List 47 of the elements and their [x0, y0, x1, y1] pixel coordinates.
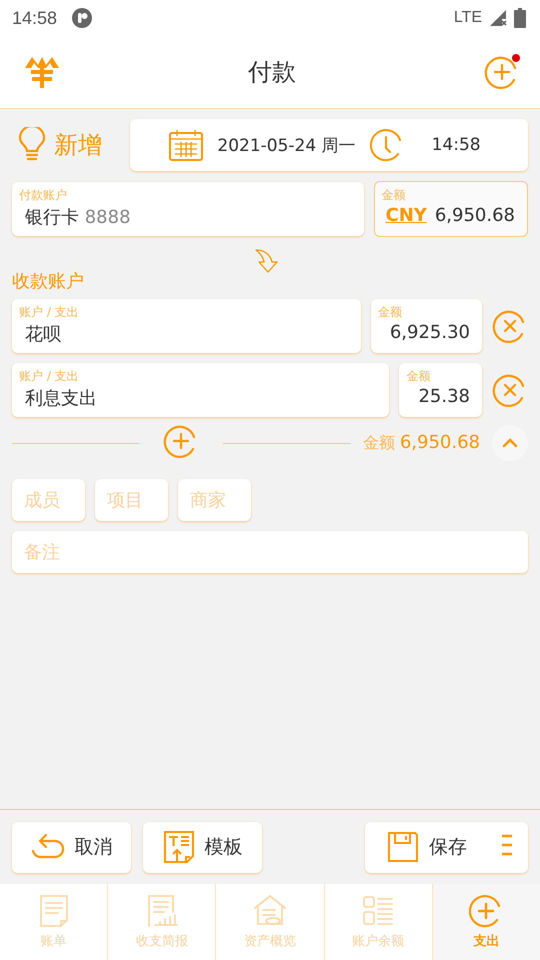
field-value: CNY 6,950.68 — [384, 205, 515, 226]
field-label: 账户 / 支出 — [19, 368, 80, 385]
total-amount: 金额 6,950.68 — [362, 432, 480, 454]
field-value: 利息支出 — [24, 387, 98, 410]
note-field[interactable]: 备注 — [12, 531, 528, 573]
date-time-panel[interactable]: 2021-05-24 周一 14:58 — [130, 119, 528, 171]
field-value: 花呗 — [24, 323, 62, 346]
chevron-icon — [502, 438, 518, 448]
clock-icon[interactable] — [370, 128, 404, 162]
save-button[interactable]: 保存 — [365, 822, 528, 872]
amount-field[interactable]: 金额 6,925.30 — [370, 299, 482, 353]
tag-field[interactable]: 项目 — [95, 479, 168, 521]
field-value: 银行卡 8888 — [24, 206, 132, 229]
field-label: 金额 — [382, 187, 407, 204]
network-type: LTE — [454, 9, 482, 27]
app-notification-icon — [71, 7, 94, 29]
date-text: 2021-05-24 周一 — [217, 134, 356, 156]
battery-icon — [514, 8, 526, 28]
lightbulb-icon — [18, 127, 46, 163]
screen-title: 付款 — [248, 57, 296, 88]
payer-account-field[interactable]: 付款账户 银行卡 8888 — [12, 182, 364, 236]
field-value: 25.38 — [417, 386, 470, 407]
tag-field[interactable]: 成员 — [12, 479, 85, 521]
field-label: 金额 — [406, 368, 432, 385]
account-field[interactable]: 账户 / 支出 花呗 — [12, 299, 361, 353]
amount-field[interactable]: 金额 CNY 6,950.68 — [374, 181, 528, 237]
field-label: 账户 / 支出 — [19, 304, 80, 321]
section-heading: 收款账户 — [12, 270, 85, 293]
house-coins-icon — [253, 894, 287, 928]
amount-field[interactable]: 金额 25.38 — [399, 363, 482, 417]
clock-time: 14:58 — [12, 8, 58, 28]
field-label: 金额 — [378, 304, 403, 321]
calendar-icon[interactable] — [169, 129, 204, 161]
list-icon — [361, 894, 396, 928]
cancel-button[interactable]: 取消 — [12, 822, 131, 872]
tag-field[interactable]: 商家 — [178, 479, 251, 521]
collapse-button[interactable] — [492, 425, 528, 461]
more-icon[interactable] — [500, 834, 514, 856]
account-field[interactable]: 账户 / 支出 利息支出 — [12, 363, 390, 417]
signal-icon — [488, 8, 508, 28]
template-icon — [162, 830, 194, 864]
time-text: 14:58 — [432, 135, 481, 155]
mode-label: 新增 — [54, 130, 102, 161]
field-value: 6,925.30 — [388, 322, 470, 343]
template-button[interactable]: 模板 — [143, 822, 262, 872]
undo-icon — [30, 833, 64, 861]
field-label: 付款账户 — [19, 187, 68, 204]
